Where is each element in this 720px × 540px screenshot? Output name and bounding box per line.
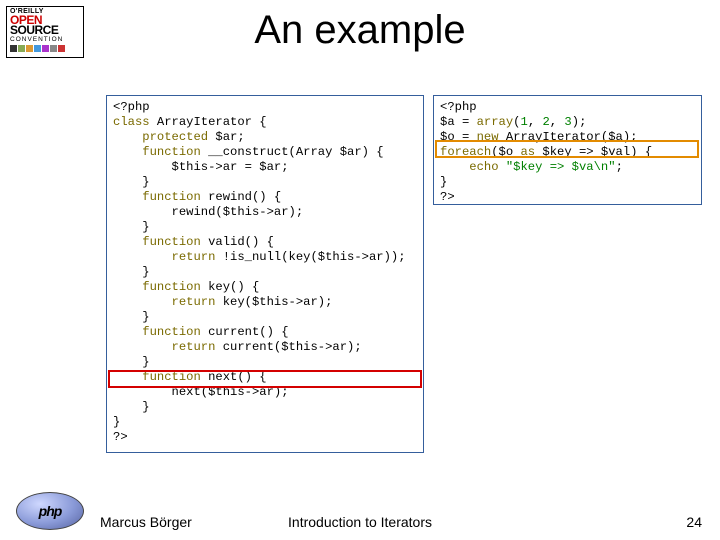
code-block-left: <?php class ArrayIterator { protected $a…: [106, 95, 424, 453]
slide-title: An example: [0, 8, 720, 53]
code-kw: class: [113, 115, 157, 129]
code-line: <?php: [113, 100, 150, 114]
highlight-orange: [435, 140, 699, 158]
footer-title: Introduction to Iterators: [0, 514, 720, 530]
highlight-red: [108, 370, 422, 388]
footer-page-number: 24: [686, 514, 702, 530]
